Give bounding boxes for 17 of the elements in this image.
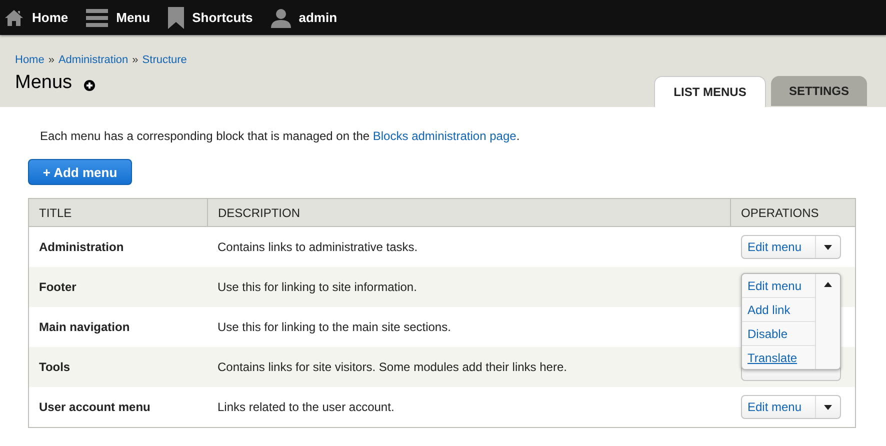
menu-title: User account menu xyxy=(39,400,150,414)
breadcrumb-separator: » xyxy=(48,54,54,66)
column-header: OPERATIONS xyxy=(730,198,856,226)
column-header: DESCRIPTION xyxy=(208,198,730,226)
menu-description: Links related to the user account. xyxy=(218,400,394,414)
menu-title: Footer xyxy=(39,280,76,294)
menu-description: Use this for linking to site information. xyxy=(218,280,417,294)
intro-text: Each menu has a corresponding block that is managed on the Blocks administration page. xyxy=(40,129,521,143)
menu-title: Tools xyxy=(39,360,70,374)
menu-description: Contains links to administrative tasks. xyxy=(218,240,418,254)
column-header: TITLE xyxy=(28,198,208,226)
page-title: Menus xyxy=(15,72,72,94)
menu-description: Use this for linking to the main site sections. xyxy=(218,320,451,334)
menu-title: Administration xyxy=(39,240,124,254)
menu-description: Contains links for site visitors. Some modules add their links here. xyxy=(218,360,567,374)
breadcrumb-separator: » xyxy=(132,54,138,66)
menu-title: Main navigation xyxy=(39,320,130,334)
